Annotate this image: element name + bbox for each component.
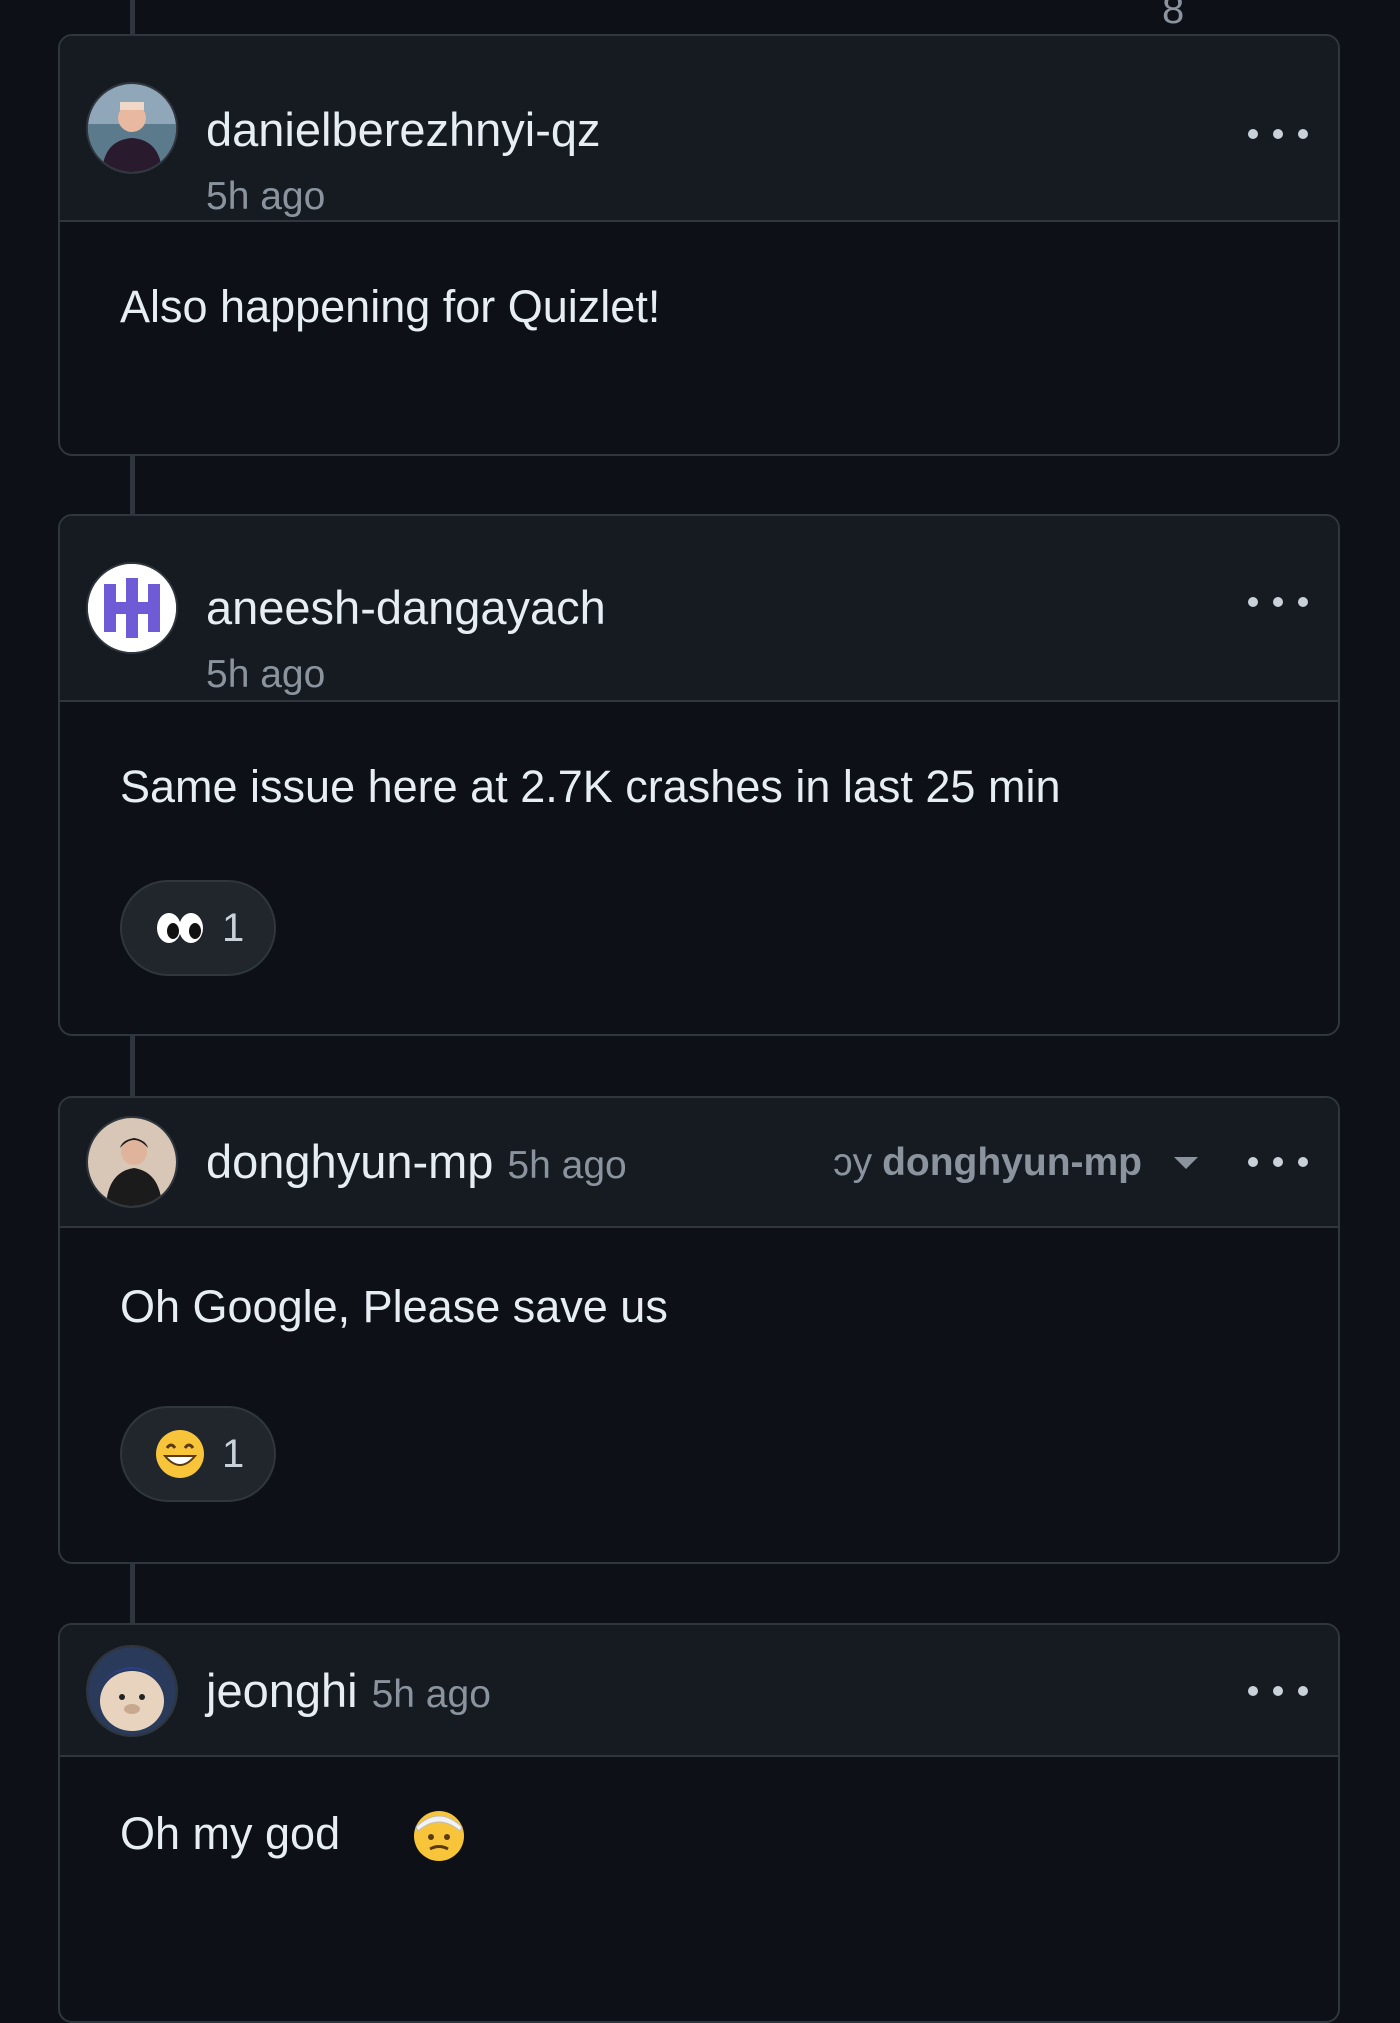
reaction-button[interactable]: 1 xyxy=(120,1406,276,1502)
avatar[interactable] xyxy=(86,562,178,654)
edited-by-dropdown[interactable]: ɔy donghyun-mp xyxy=(833,1140,1198,1186)
timeline-line xyxy=(130,0,135,36)
comment-body: Also happening for Quizlet! xyxy=(60,222,1338,454)
comment-body: Oh my god xyxy=(60,1757,1338,2021)
comment-header: danielberezhnyi-qz 5h ago xyxy=(60,36,1338,222)
comment-card: jeonghi 5h ago Oh my god xyxy=(58,1623,1340,2023)
timeline-line xyxy=(130,1036,135,1098)
comment-timestamp[interactable]: 5h ago xyxy=(206,652,325,698)
reaction-count: 1 xyxy=(222,906,245,950)
avatar[interactable] xyxy=(86,1116,178,1208)
comment-timestamp[interactable]: 5h ago xyxy=(507,1144,626,1187)
comment-text: Oh Google, Please save us xyxy=(120,1281,668,1332)
reaction-button[interactable]: 1 xyxy=(120,880,276,976)
timeline-line xyxy=(130,1563,135,1625)
more-options-button[interactable] xyxy=(1248,114,1308,154)
comment-text: Also happening for Quizlet! xyxy=(120,281,661,332)
comment-author[interactable]: aneesh-dangayach xyxy=(206,580,606,636)
partial-counter: 8 xyxy=(1162,0,1185,32)
timeline-line xyxy=(130,455,135,517)
comment-author[interactable]: donghyun-mp 5h ago xyxy=(206,1134,627,1194)
reaction-count: 1 xyxy=(222,1432,245,1476)
author-name[interactable]: donghyun-mp xyxy=(206,1135,493,1188)
grinning-face-icon xyxy=(156,1430,204,1478)
comment-header: aneesh-dangayach 5h ago xyxy=(60,516,1338,702)
more-options-button[interactable] xyxy=(1248,1142,1308,1182)
comment-timestamp[interactable]: 5h ago xyxy=(372,1673,491,1716)
comment-text: Oh my god xyxy=(120,1808,341,1859)
comment-author[interactable]: jeonghi 5h ago xyxy=(206,1663,491,1723)
edited-prefix: ɔy xyxy=(833,1141,873,1184)
comment-body: Oh Google, Please save us 1 xyxy=(60,1228,1338,1562)
avatar[interactable] xyxy=(86,82,178,174)
comment-body: Same issue here at 2.7K crashes in last … xyxy=(60,702,1338,1034)
more-options-button[interactable] xyxy=(1248,582,1308,622)
chevron-down-icon xyxy=(1174,1157,1198,1169)
author-name[interactable]: jeonghi xyxy=(206,1664,358,1717)
more-options-button[interactable] xyxy=(1248,1671,1308,1711)
comment-header: jeonghi 5h ago xyxy=(60,1625,1338,1757)
comment-timestamp[interactable]: 5h ago xyxy=(206,174,325,220)
edited-author: donghyun-mp xyxy=(882,1141,1142,1184)
comment-text: Same issue here at 2.7K crashes in last … xyxy=(120,761,1061,812)
comment-author[interactable]: danielberezhnyi-qz xyxy=(206,102,601,158)
comment-card: donghyun-mp 5h ago ɔy donghyun-mp Oh Goog… xyxy=(58,1096,1340,1564)
comment-card: aneesh-dangayach 5h ago Same issue here … xyxy=(58,514,1340,1036)
eyes-icon xyxy=(157,913,203,943)
comment-header: donghyun-mp 5h ago ɔy donghyun-mp xyxy=(60,1098,1338,1228)
face-with-head-bandage-icon xyxy=(414,1811,464,1861)
comment-card: danielberezhnyi-qz 5h ago Also happening… xyxy=(58,34,1340,456)
avatar[interactable] xyxy=(86,1645,178,1737)
